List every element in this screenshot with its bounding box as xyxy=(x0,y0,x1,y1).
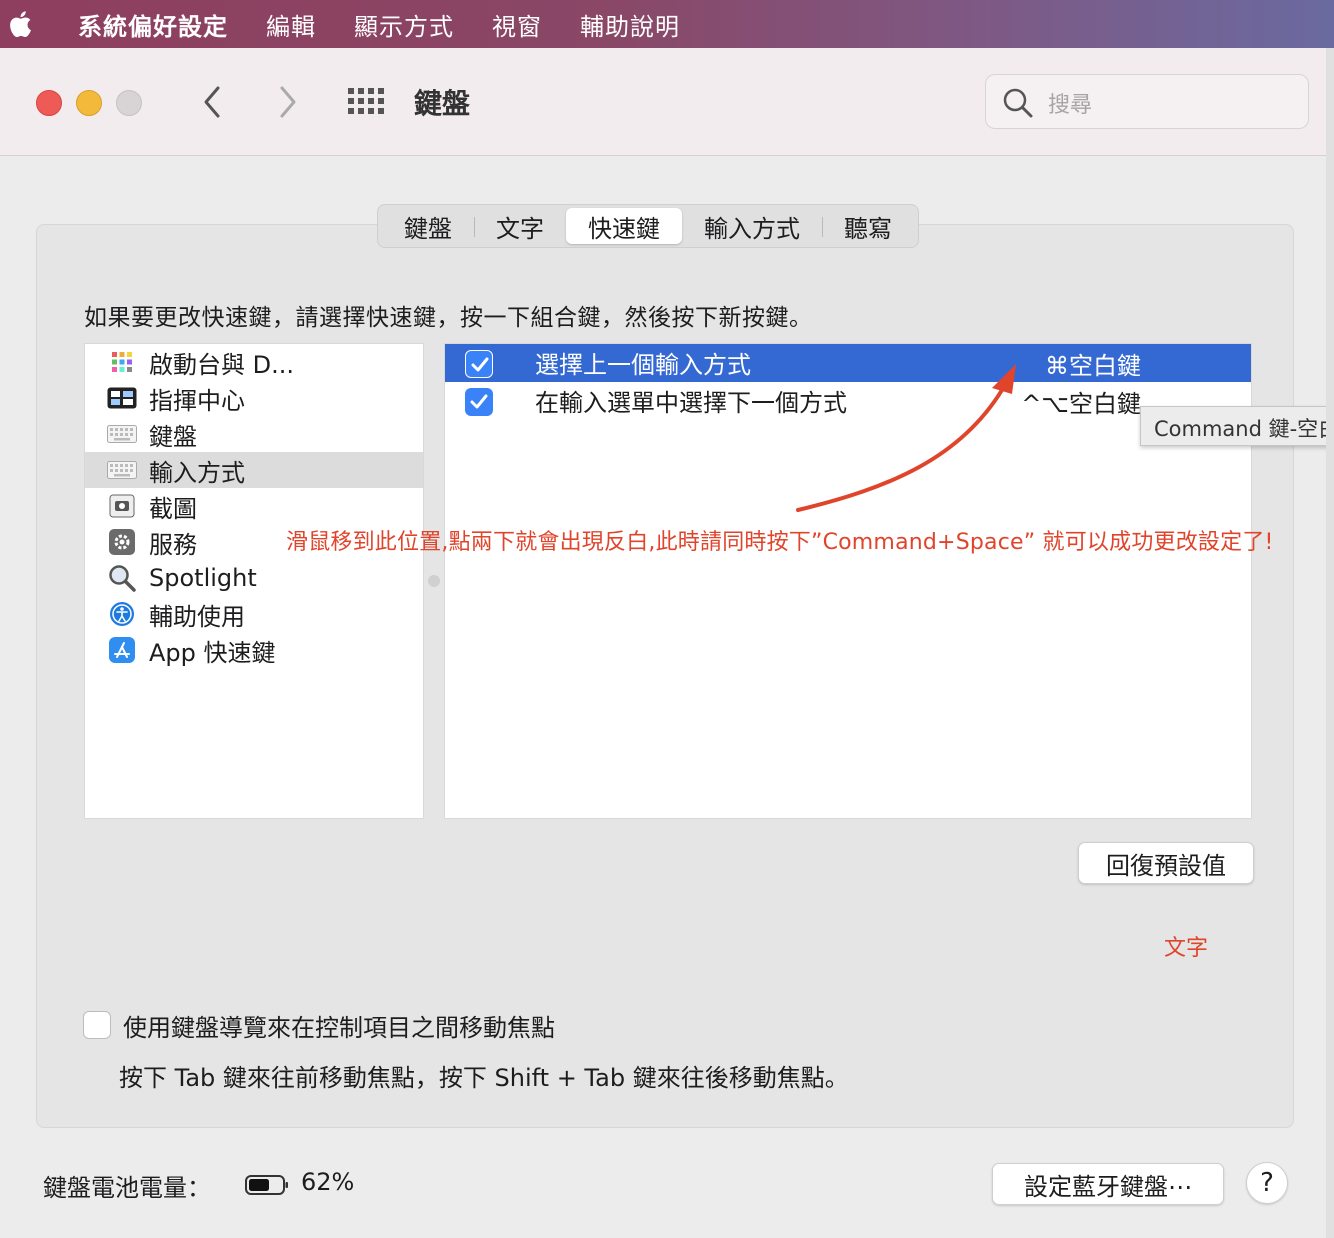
menu-view[interactable]: 顯示方式 xyxy=(354,7,454,42)
annotation-arrow-icon xyxy=(796,364,1016,512)
shortcut-checkbox[interactable] xyxy=(465,388,493,416)
category-launchpad[interactable]: 啟動台與 D... xyxy=(85,344,423,380)
category-label: 輔助使用 xyxy=(149,602,245,631)
category-list[interactable]: 啟動台與 D... 指揮中心 鍵盤 輸入方式 截圖 服務 Spotlight 輔… xyxy=(84,343,424,819)
shortcut-tooltip: Command 鍵-空白 xyxy=(1140,406,1334,446)
category-keyboard[interactable]: 鍵盤 xyxy=(85,416,423,452)
toolbar: 鍵盤 搜尋 xyxy=(0,48,1334,156)
zoom-button[interactable] xyxy=(116,90,142,116)
shortcut-label: 選擇上一個輸入方式 xyxy=(535,351,751,379)
category-mission-control[interactable]: 指揮中心 xyxy=(85,380,423,416)
battery-percent: 62% xyxy=(301,1168,355,1196)
keyboard-navigation-checkbox[interactable] xyxy=(83,1011,111,1039)
show-all-button[interactable] xyxy=(348,88,386,116)
shortcut-checkbox[interactable] xyxy=(465,350,493,378)
window-title: 鍵盤 xyxy=(414,87,471,120)
category-spotlight[interactable]: Spotlight xyxy=(85,560,423,596)
tab-dictation[interactable]: 聽寫 xyxy=(822,208,914,244)
category-accessibility[interactable]: 輔助使用 xyxy=(85,596,423,632)
forward-button[interactable] xyxy=(270,82,304,122)
keyboard-icon xyxy=(107,421,137,447)
mission-control-icon xyxy=(107,385,137,411)
battery-label: 鍵盤電池電量： xyxy=(43,1174,211,1202)
search-field[interactable]: 搜尋 xyxy=(985,74,1309,129)
back-button[interactable] xyxy=(196,82,230,122)
minimize-button[interactable] xyxy=(76,90,102,116)
keyboard-icon xyxy=(107,457,137,483)
category-label: 輸入方式 xyxy=(149,458,245,487)
preferences-window: 鍵盤 搜尋 鍵盤 文字 快速鍵 輸入方式 聽寫 如果要更改快速鍵，請選擇快速鍵，… xyxy=(0,48,1334,1238)
chevron-right-icon xyxy=(280,86,296,118)
category-input-sources[interactable]: 輸入方式 xyxy=(85,452,423,488)
window-edge xyxy=(1326,48,1334,1238)
split-handle[interactable] xyxy=(428,575,440,587)
category-label: Spotlight xyxy=(149,564,257,592)
category-screenshots[interactable]: 截圖 xyxy=(85,488,423,524)
annotation-text: 滑鼠移到此位置,點兩下就會出現反白,此時請同時按下”Command+Space”… xyxy=(286,530,1274,555)
tab-input-sources[interactable]: 輸入方式 xyxy=(682,208,822,244)
close-button[interactable] xyxy=(36,90,62,116)
category-label: 鍵盤 xyxy=(149,422,197,451)
category-label: 截圖 xyxy=(149,494,197,523)
category-label: 服務 xyxy=(149,530,197,559)
restore-defaults-button[interactable]: 回復預設值 xyxy=(1078,842,1254,884)
category-label: 指揮中心 xyxy=(149,386,245,415)
setup-bluetooth-keyboard-button[interactable]: 設定藍牙鍵盤⋯ xyxy=(992,1163,1224,1205)
magnifier-icon xyxy=(107,565,137,592)
category-label: App 快速鍵 xyxy=(149,638,276,667)
search-icon xyxy=(1003,88,1033,118)
app-store-icon xyxy=(107,637,137,663)
tab-shortcuts[interactable]: 快速鍵 xyxy=(566,208,682,244)
menu-edit[interactable]: 編輯 xyxy=(266,7,316,42)
apple-logo-icon[interactable] xyxy=(2,0,42,48)
checkmark-icon xyxy=(470,394,488,409)
menu-app-name[interactable]: 系統偏好設定 xyxy=(78,7,228,42)
accessibility-icon xyxy=(107,601,137,627)
screenshot-icon xyxy=(107,493,137,519)
category-app-shortcuts[interactable]: App 快速鍵 xyxy=(85,632,423,668)
checkmark-icon xyxy=(471,357,489,372)
menu-window[interactable]: 視窗 xyxy=(492,7,542,42)
category-label: 啟動台與 D... xyxy=(149,350,294,379)
tab-text[interactable]: 文字 xyxy=(474,208,566,244)
search-placeholder: 搜尋 xyxy=(1048,93,1093,118)
battery-icon xyxy=(245,1175,288,1195)
keyboard-navigation-description: 按下 Tab 鍵來往前移動焦點，按下 Shift + Tab 鍵來往後移動焦點。 xyxy=(119,1064,849,1092)
tab-bar: 鍵盤 文字 快速鍵 輸入方式 聽寫 xyxy=(377,204,919,248)
tab-keyboard[interactable]: 鍵盤 xyxy=(382,208,474,244)
chevron-left-icon xyxy=(204,86,220,118)
help-button[interactable]: ? xyxy=(1246,1162,1288,1204)
annotation-small-text: 文字 xyxy=(1164,936,1209,961)
shortcut-key[interactable]: ⌘空白鍵 xyxy=(1045,346,1141,381)
menu-help[interactable]: 輔助說明 xyxy=(580,7,680,42)
gear-icon xyxy=(107,529,137,555)
grid-icon xyxy=(348,88,384,114)
keyboard-navigation-label[interactable]: 使用鍵盤導覽來在控制項目之間移動焦點 xyxy=(123,1008,555,1043)
menu-bar: 系統偏好設定 編輯 顯示方式 視窗 輔助說明 xyxy=(0,0,1334,48)
instruction-text: 如果要更改快速鍵，請選擇快速鍵，按一下組合鍵，然後按下新按鍵。 xyxy=(84,305,813,331)
launchpad-icon xyxy=(107,349,137,375)
